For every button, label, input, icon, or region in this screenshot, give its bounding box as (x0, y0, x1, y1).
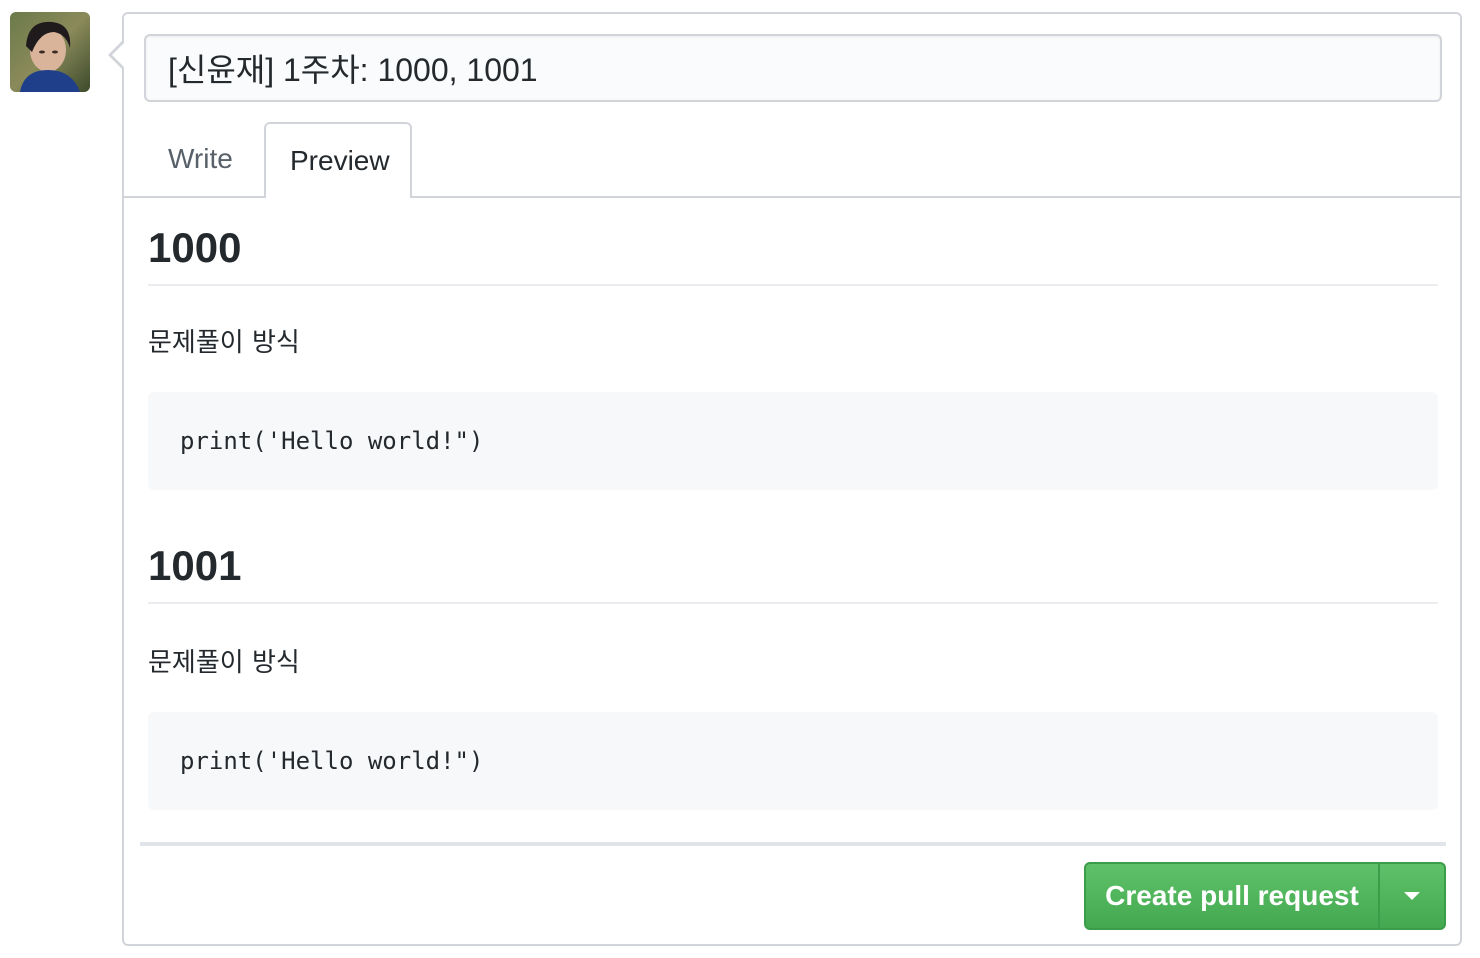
pull-request-form: Write Preview 1000 문제풀이 방식 print('Hello … (108, 12, 1462, 946)
create-pr-options-dropdown[interactable] (1380, 864, 1444, 928)
caret-down-icon (1404, 892, 1420, 900)
section-paragraph: 문제풀이 방식 (148, 648, 300, 678)
form-divider (140, 842, 1446, 846)
tab-preview[interactable]: Preview (264, 122, 412, 198)
section-paragraph: 문제풀이 방식 (148, 328, 300, 358)
section-heading: 1001 (148, 528, 1438, 604)
create-pull-request-button[interactable]: Create pull request (1086, 864, 1380, 928)
pr-title-input[interactable] (144, 34, 1442, 102)
avatar-image (10, 12, 90, 92)
section-heading: 1000 (148, 210, 1438, 286)
editor-tabs: Write Preview (124, 122, 1460, 198)
user-avatar[interactable] (10, 12, 90, 92)
code-block: print('Hello world!") (148, 392, 1438, 490)
code-block: print('Hello world!") (148, 712, 1438, 810)
create-pr-button-group: Create pull request (1084, 862, 1446, 930)
tab-write[interactable]: Write (144, 122, 257, 196)
